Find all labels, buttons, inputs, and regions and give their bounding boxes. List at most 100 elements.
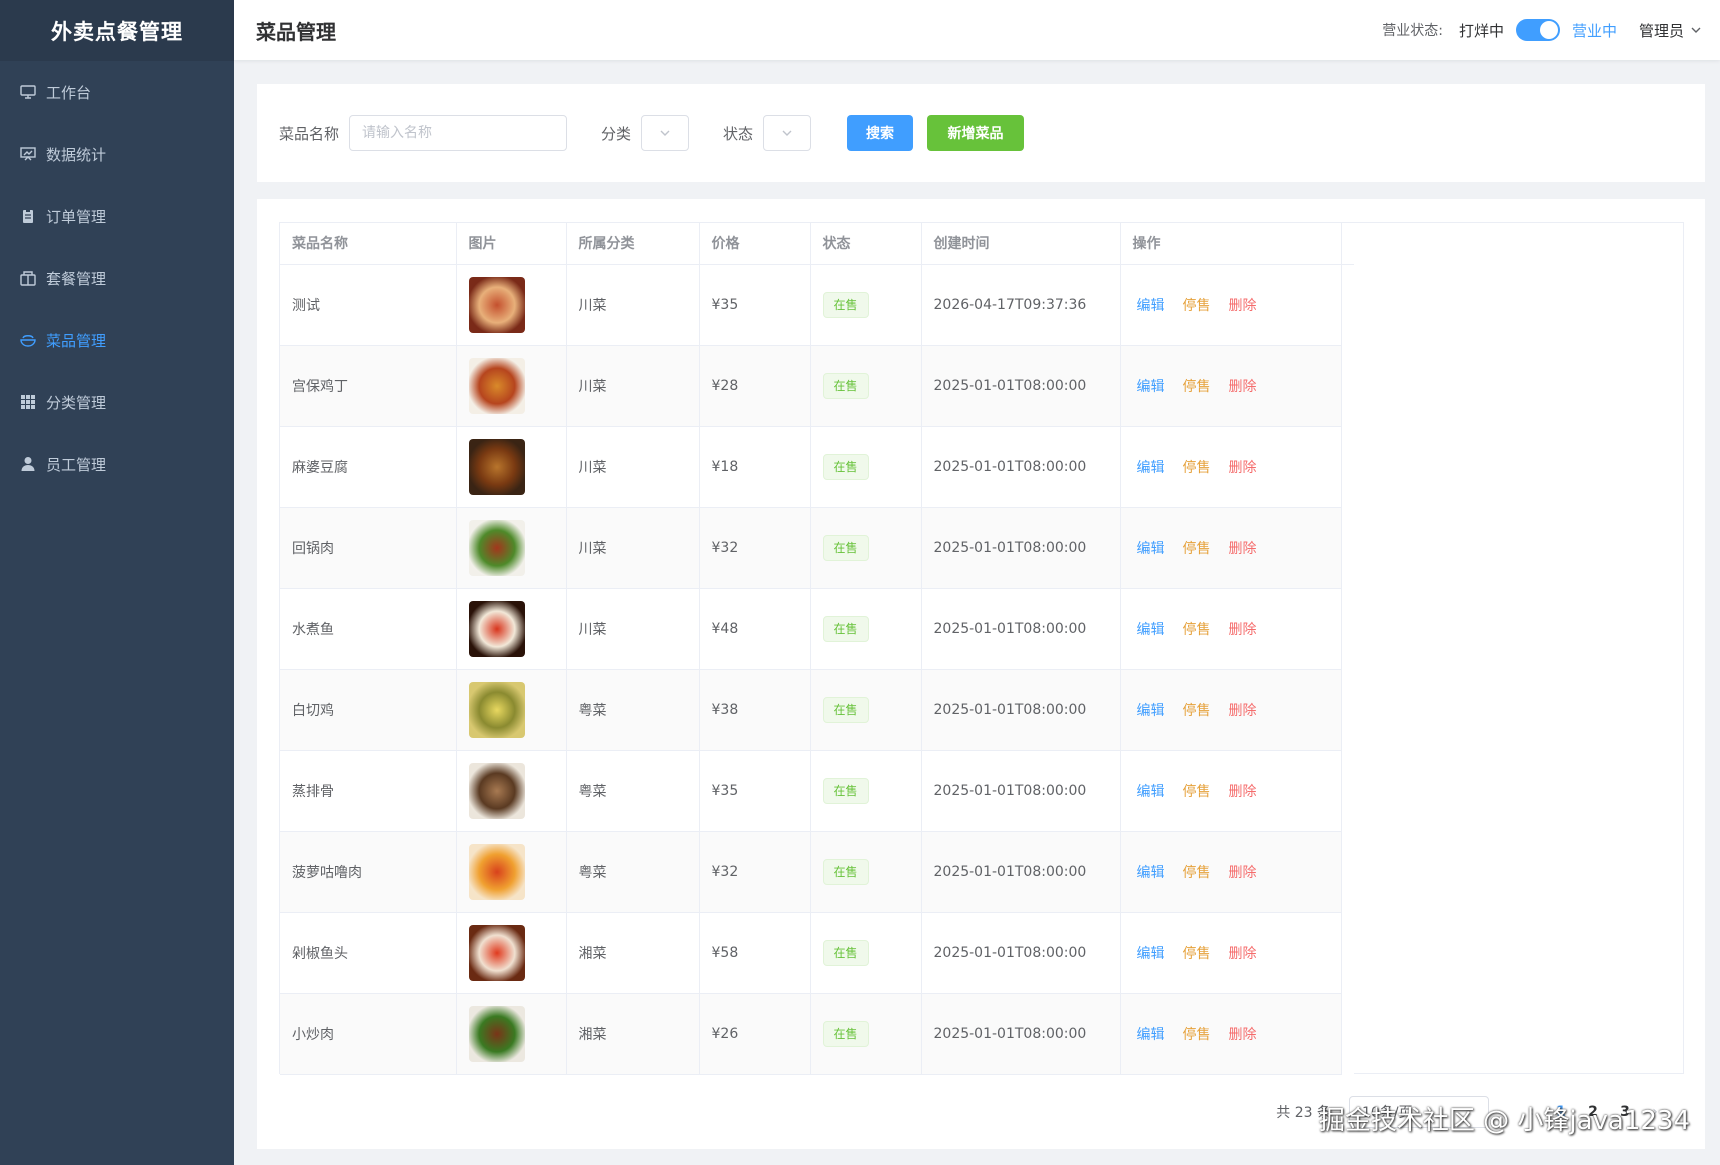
column-header: 菜品名称 xyxy=(280,223,457,265)
dish-photo xyxy=(468,843,525,900)
price-cell: ¥58 xyxy=(699,912,811,994)
delete-button[interactable]: 删除 xyxy=(1229,622,1257,638)
status-cell: 在售 xyxy=(810,345,922,427)
actions-cell: 编辑 停售 删除 xyxy=(1120,912,1342,994)
chevron-down-icon xyxy=(782,130,792,136)
created-time-cell: 2025-01-01T08:00:00 xyxy=(921,588,1121,670)
sidebar-item-label: 工作台 xyxy=(46,83,92,102)
top-header: 菜品管理 营业状态: 打烊中 营业中 管理员 xyxy=(234,0,1720,60)
sidebar-item-4[interactable]: 套餐管理 xyxy=(0,247,234,309)
category-cell: 川菜 xyxy=(566,426,700,508)
business-status-toggle[interactable] xyxy=(1515,19,1560,41)
stop-sale-button[interactable]: 停售 xyxy=(1183,541,1211,557)
delete-button[interactable]: 删除 xyxy=(1229,703,1257,719)
user-menu[interactable]: 管理员 xyxy=(1639,20,1702,41)
status-cell: 在售 xyxy=(810,993,922,1075)
delete-button[interactable]: 删除 xyxy=(1229,460,1257,476)
dish-name-cell: 测试 xyxy=(280,264,457,346)
sidebar-item-label: 菜品管理 xyxy=(46,331,107,350)
table-row: 麻婆豆腐 川菜 ¥18 在售 2025-01-01T08:00:00 编辑 停售 删除 xyxy=(280,426,1354,508)
sidebar-item-1[interactable]: 工作台 xyxy=(0,61,234,123)
edit-button[interactable]: 编辑 xyxy=(1137,703,1165,719)
stop-sale-button[interactable]: 停售 xyxy=(1183,622,1211,638)
status-badge: 在售 xyxy=(822,1020,869,1047)
stop-sale-button[interactable]: 停售 xyxy=(1183,784,1211,800)
column-header: 创建时间 xyxy=(921,223,1121,265)
row-filler xyxy=(1341,588,1354,669)
status-cell: 在售 xyxy=(810,507,922,589)
created-time-cell: 2025-01-01T08:00:00 xyxy=(921,750,1121,832)
table-row: 回锅肉 川菜 ¥32 在售 2025-01-01T08:00:00 编辑 停售 删除 xyxy=(280,507,1354,589)
chevron-down-icon xyxy=(1691,27,1701,33)
delete-button[interactable]: 删除 xyxy=(1229,865,1257,881)
edit-button[interactable]: 编辑 xyxy=(1137,298,1165,314)
status-label: 状态 xyxy=(723,124,754,143)
price-cell: ¥35 xyxy=(699,750,811,832)
stop-sale-button[interactable]: 停售 xyxy=(1183,703,1211,719)
delete-button[interactable]: 删除 xyxy=(1229,298,1257,314)
table-row: 蒸排骨 粤菜 ¥35 在售 2025-01-01T08:00:00 编辑 停售 删除 xyxy=(280,750,1354,832)
status-badge: 在售 xyxy=(822,534,869,561)
sidebar-item-7[interactable]: 员工管理 xyxy=(0,433,234,495)
category-cell: 湘菜 xyxy=(566,993,700,1075)
stop-sale-button[interactable]: 停售 xyxy=(1183,460,1211,476)
created-time-cell: 2025-01-01T08:00:00 xyxy=(921,912,1121,994)
add-dish-button[interactable]: 新增菜品 xyxy=(927,115,1025,151)
dish-photo xyxy=(468,681,525,738)
table-card: 菜品名称 图片 所属分类 价格 状态 创建时间 操作 测试 川菜 ¥35 在售 2026-04-17… xyxy=(257,199,1705,1149)
dish-photo xyxy=(468,762,525,819)
created-time-cell: 2025-01-01T08:00:00 xyxy=(921,426,1121,508)
edit-button[interactable]: 编辑 xyxy=(1137,379,1165,395)
clipboard-icon xyxy=(18,206,38,226)
price-cell: ¥26 xyxy=(699,993,811,1075)
price-cell: ¥32 xyxy=(699,831,811,913)
status-select[interactable] xyxy=(763,115,812,151)
dish-name-cell: 宫保鸡丁 xyxy=(280,345,457,427)
delete-button[interactable]: 删除 xyxy=(1229,541,1257,557)
dish-table-wrapper: 菜品名称 图片 所属分类 价格 状态 创建时间 操作 测试 川菜 ¥35 在售 2026-04-17… xyxy=(279,222,1684,1075)
delete-button[interactable]: 删除 xyxy=(1229,379,1257,395)
status-badge: 在售 xyxy=(822,615,869,642)
dish-name-input[interactable] xyxy=(349,115,568,151)
delete-button[interactable]: 删除 xyxy=(1229,1027,1257,1043)
actions-cell: 编辑 停售 删除 xyxy=(1120,264,1342,346)
price-cell: ¥48 xyxy=(699,588,811,670)
dish-image-cell xyxy=(456,993,567,1075)
table-row: 白切鸡 粤菜 ¥38 在售 2025-01-01T08:00:00 编辑 停售 删除 xyxy=(280,669,1354,751)
monitor-icon xyxy=(18,82,38,102)
edit-button[interactable]: 编辑 xyxy=(1137,784,1165,800)
edit-button[interactable]: 编辑 xyxy=(1137,1027,1165,1043)
edit-button[interactable]: 编辑 xyxy=(1137,622,1165,638)
search-button[interactable]: 搜索 xyxy=(847,115,914,151)
stop-sale-button[interactable]: 停售 xyxy=(1183,379,1211,395)
edit-button[interactable]: 编辑 xyxy=(1137,541,1165,557)
table-body: 测试 川菜 ¥35 在售 2026-04-17T09:37:36 编辑 停售 删除 宫保鸡丁 川菜… xyxy=(280,264,1354,1075)
edit-button[interactable]: 编辑 xyxy=(1137,865,1165,881)
row-filler xyxy=(1341,831,1354,912)
status-badge: 在售 xyxy=(822,777,869,804)
delete-button[interactable]: 删除 xyxy=(1229,784,1257,800)
sidebar-item-6[interactable]: 分类管理 xyxy=(0,371,234,433)
price-cell: ¥32 xyxy=(699,507,811,589)
sidebar-item-3[interactable]: 订单管理 xyxy=(0,185,234,247)
stop-sale-button[interactable]: 停售 xyxy=(1183,298,1211,314)
dish-name-cell: 小炒肉 xyxy=(280,993,457,1075)
sidebar-item-label: 套餐管理 xyxy=(46,269,107,288)
delete-button[interactable]: 删除 xyxy=(1229,946,1257,962)
stop-sale-button[interactable]: 停售 xyxy=(1183,865,1211,881)
edit-button[interactable]: 编辑 xyxy=(1137,460,1165,476)
dish-name-cell: 回锅肉 xyxy=(280,507,457,589)
column-header: 操作 xyxy=(1120,223,1342,265)
status-cell: 在售 xyxy=(810,669,922,751)
dish-name-cell: 水煮鱼 xyxy=(280,588,457,670)
sidebar-item-5[interactable]: 菜品管理 xyxy=(0,309,234,371)
stop-sale-button[interactable]: 停售 xyxy=(1183,946,1211,962)
category-select[interactable] xyxy=(641,115,690,151)
sidebar-item-2[interactable]: 数据统计 xyxy=(0,123,234,185)
category-cell: 川菜 xyxy=(566,264,700,346)
dish-photo xyxy=(468,357,525,414)
chart-icon xyxy=(18,144,38,164)
stop-sale-button[interactable]: 停售 xyxy=(1183,1027,1211,1043)
edit-button[interactable]: 编辑 xyxy=(1137,946,1165,962)
status-cell: 在售 xyxy=(810,912,922,994)
